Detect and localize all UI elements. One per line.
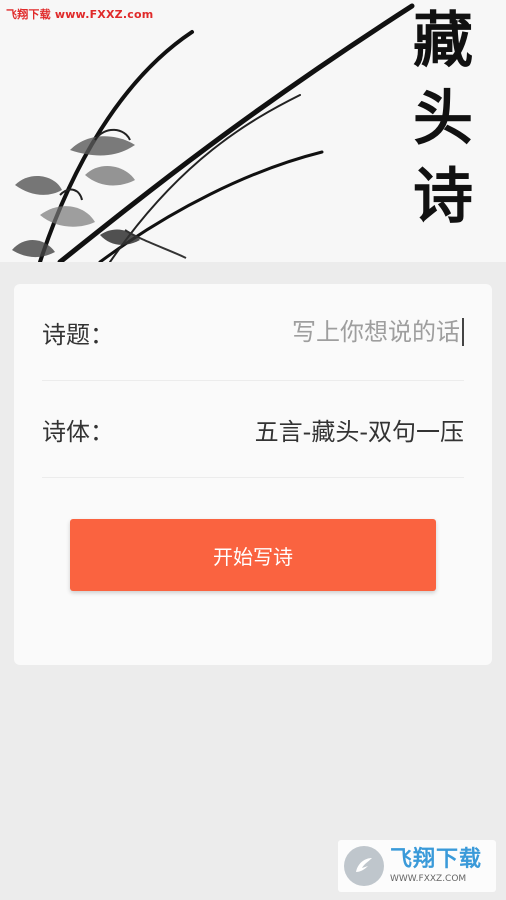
- style-row[interactable]: 诗体： 五言-藏头-双句一压: [42, 381, 464, 478]
- watermark-brand: 飞翔下载: [390, 846, 483, 872]
- topic-row: 诗题：: [42, 284, 464, 381]
- style-selector[interactable]: 五言-藏头-双句一压: [255, 412, 464, 447]
- page-title: 藏 头 诗: [398, 2, 488, 236]
- watermark-bottom: 飞翔下载 WWW.FXXZ.COM: [338, 840, 496, 892]
- title-char: 诗: [413, 162, 473, 232]
- feixiang-logo-icon: [344, 846, 384, 886]
- header-banner: 飞翔下载 www.FXXZ.com 藏 头 诗: [0, 0, 506, 262]
- watermark-text: 飞翔下载 WWW.FXXZ.COM: [390, 846, 483, 884]
- start-writing-button[interactable]: 开始写诗: [70, 519, 436, 591]
- watermark-url: WWW.FXXZ.COM: [390, 873, 467, 884]
- title-char: 藏: [413, 6, 473, 76]
- watermark-top: 飞翔下载 www.FXXZ.com: [6, 8, 154, 21]
- topic-label: 诗题：: [42, 320, 114, 349]
- poem-form-card: 诗题： 诗体： 五言-藏头-双句一压 开始写诗: [14, 284, 492, 665]
- style-label: 诗体：: [42, 417, 114, 446]
- title-char: 头: [413, 84, 473, 154]
- topic-input[interactable]: [200, 318, 464, 346]
